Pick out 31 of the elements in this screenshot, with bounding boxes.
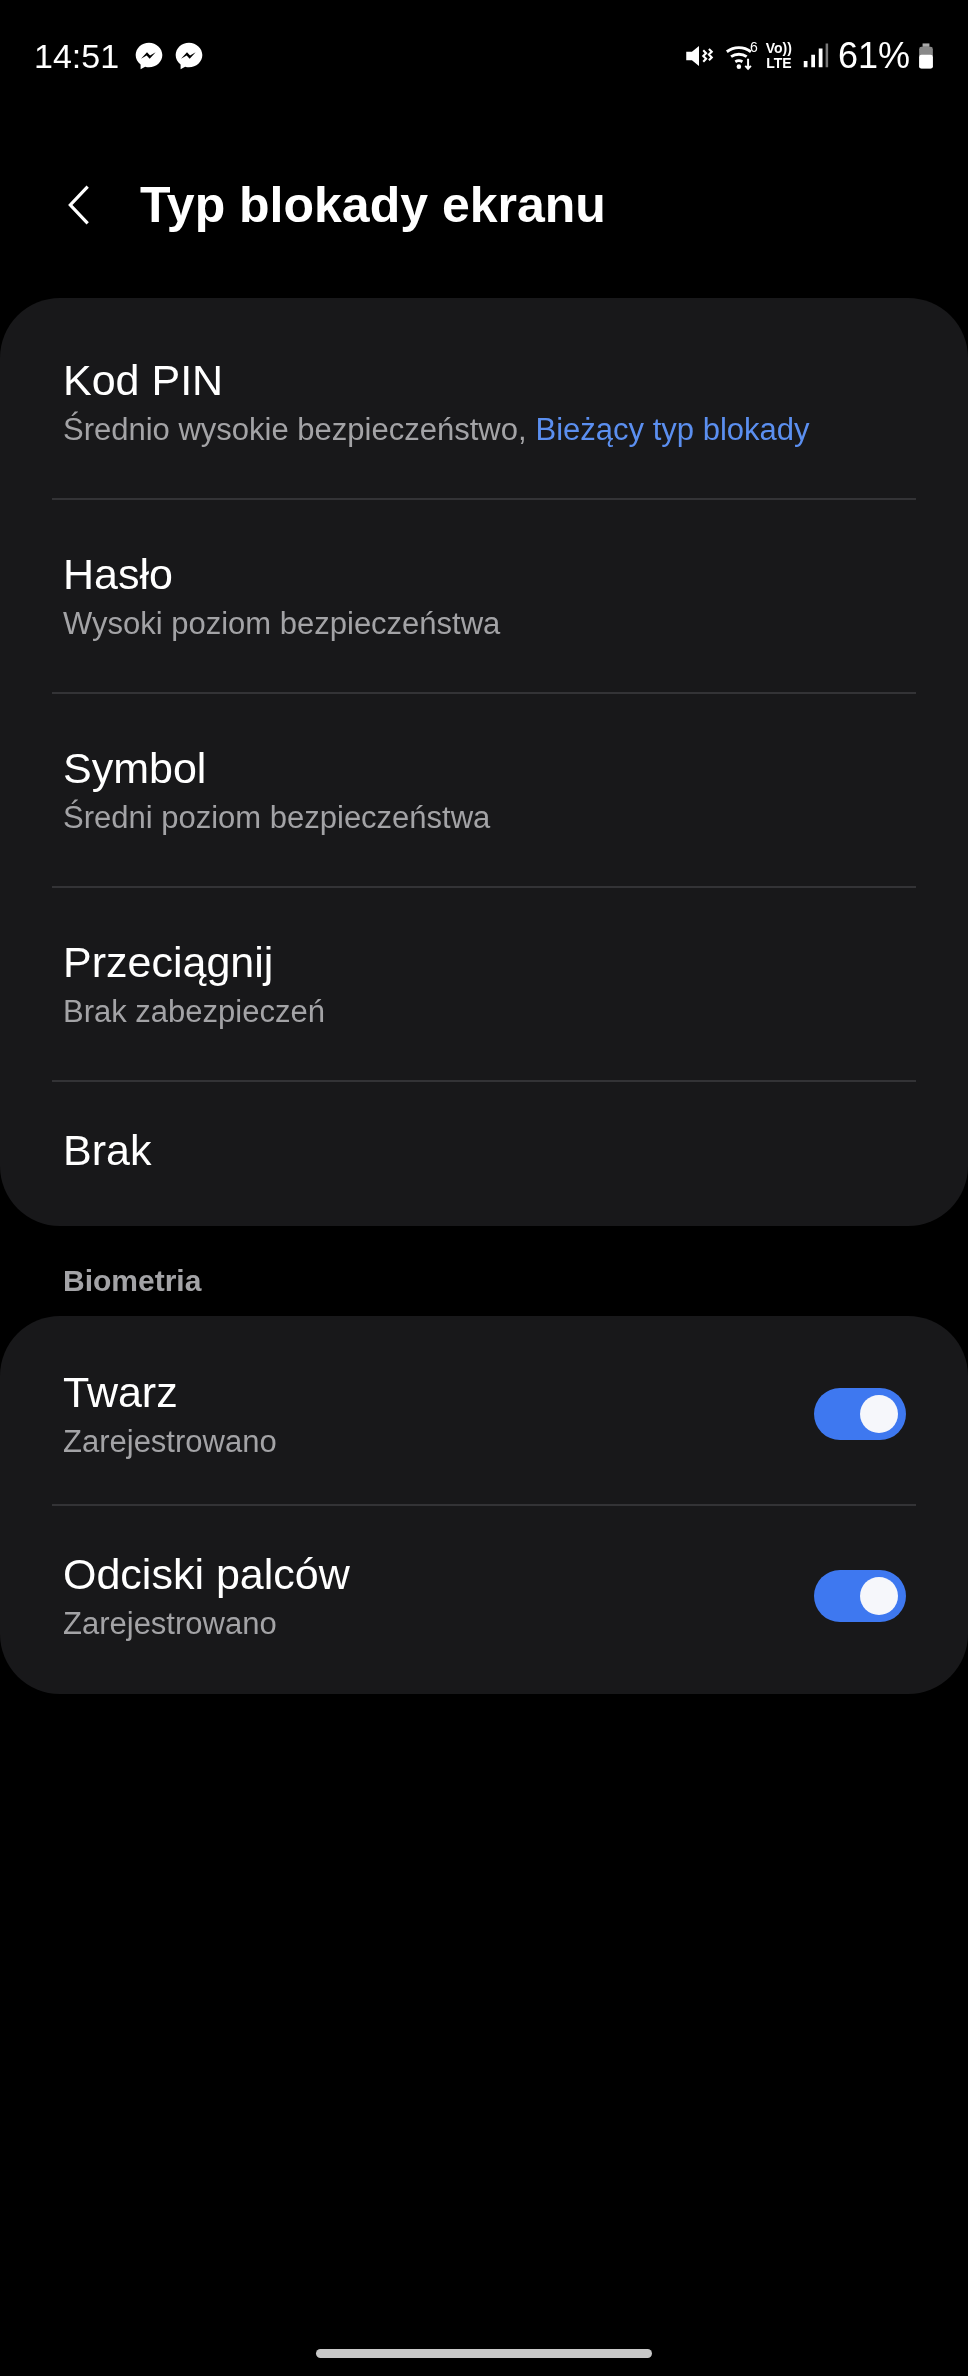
lock-type-option[interactable]: Symbol Średni poziom bezpieczeństwa: [0, 694, 968, 886]
volte-label: Vo)): [765, 41, 792, 56]
battery-percent: 61%: [837, 35, 910, 77]
toggle-switch[interactable]: [814, 1388, 906, 1440]
volte-label: LTE: [766, 56, 792, 71]
option-title: Odciski palców: [63, 1549, 350, 1600]
option-title: Twarz: [63, 1367, 179, 1418]
lock-type-option[interactable]: Brak: [0, 1082, 968, 1218]
option-description: Zarejestrowano: [63, 1605, 278, 1643]
battery-icon: [918, 41, 934, 71]
lock-type-option[interactable]: Kod PIN Średnio wysokie bezpieczeństwo, Bieżący typ blokady: [0, 306, 968, 498]
lock-type-option[interactable]: Hasło Wysoki poziom bezpieczeństwa: [0, 500, 968, 692]
wifi-band-label: 6: [749, 39, 758, 55]
option-description: Średnio wysokie bezpieczeństwo,: [63, 410, 527, 449]
section-heading: Biometria: [62, 1263, 203, 1299]
option-description: Zarejestrowano: [63, 1423, 277, 1461]
lock-type-option[interactable]: Przeciągnij Brak zabezpieczeń: [0, 888, 968, 1080]
option-title: Hasło: [63, 549, 174, 600]
current-lock-label: Bieżący typ blokady: [535, 411, 810, 449]
status-time: 14:51: [34, 36, 120, 76]
option-title: Kod PIN: [63, 355, 225, 406]
option-title: Symbol: [63, 743, 208, 794]
option-description: Wysoki poziom bezpieczeństwa: [63, 605, 501, 643]
option-description: Średni poziom bezpieczeństwa: [63, 798, 491, 837]
option-title: Brak: [63, 1125, 153, 1176]
option-description: Brak zabezpieczeń: [63, 993, 325, 1031]
toggle-switch[interactable]: [814, 1570, 906, 1622]
option-title: Przeciągnij: [63, 937, 275, 988]
biometric-option[interactable]: Twarz Zarejestrowano: [0, 1324, 968, 1504]
biometric-option[interactable]: Odciski palców Zarejestrowano: [0, 1506, 968, 1686]
page-title: Typ blokady ekranu: [140, 176, 606, 234]
